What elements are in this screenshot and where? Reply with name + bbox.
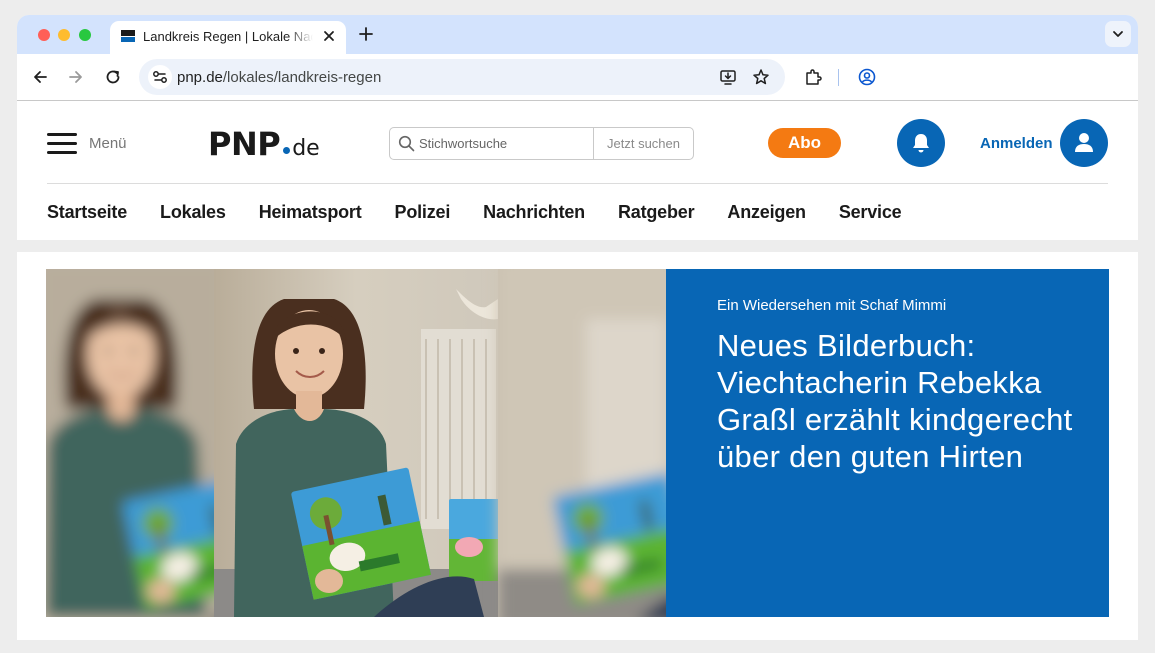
install-app-icon[interactable] [719,68,737,86]
nav-item-polizei[interactable]: Polizei [395,202,451,223]
teaser-kicker: Ein Wiedersehen mit Schaf Mimmi [717,297,947,314]
window-minimize-button[interactable] [58,29,70,41]
nav-item-service[interactable]: Service [839,202,902,223]
tab-search-button[interactable] [1105,21,1131,47]
extensions-icon[interactable] [804,68,822,86]
search-submit-button[interactable]: Jetzt suchen [594,128,693,159]
plus-icon[interactable] [357,25,375,43]
chevron-down-icon [1113,31,1123,37]
close-icon[interactable] [320,27,338,45]
tab-title: Landkreis Regen | Lokale Nachrichten [143,29,313,44]
site-logo[interactable]: PNP de [208,125,320,165]
teaser-image[interactable] [46,269,666,617]
menu-label[interactable]: Menü [89,135,127,152]
nav-item-heimatsport[interactable]: Heimatsport [259,202,362,223]
toolbar-divider [838,69,839,86]
account-button[interactable] [1060,119,1108,167]
nav-item-ratgeber[interactable]: Ratgeber [618,202,695,223]
nav-item-startseite[interactable]: Startseite [47,202,127,223]
header-divider [47,183,1108,184]
site-info-icon [153,71,167,83]
main-content: Ein Wiedersehen mit Schaf Mimmi Neues Bi… [17,252,1138,640]
url-path: /lokales/landkreis-regen [222,69,382,86]
url-host: pnp.de [177,69,223,86]
browser-window: Landkreis Regen | Lokale Nachrichten [17,15,1138,640]
hamburger-icon[interactable] [47,133,77,155]
browser-tab-active[interactable]: Landkreis Regen | Lokale Nachrichten [110,21,346,54]
logo-dot [283,147,291,154]
address-bar[interactable]: pnp.de/lokales/landkreis-regen [139,59,785,95]
window-maximize-button[interactable] [79,29,91,41]
nav-item-lokales[interactable]: Lokales [160,202,226,223]
section-gap [17,240,1138,252]
login-link[interactable]: Anmelden [980,135,1053,152]
main-navigation: Startseite Lokales Heimatsport Polizei N… [47,202,934,223]
teaser-photo [46,269,666,617]
bell-icon [913,134,929,153]
forward-arrow-icon[interactable] [67,68,85,86]
search-input[interactable] [419,129,589,158]
url-text: pnp.de/lokales/landkreis-regen [177,69,381,86]
site-header: Menü PNP de Jetzt suchen Abo Anmelden [17,102,1138,240]
profile-icon[interactable] [858,68,876,86]
logo-main-text: PNP [208,125,281,163]
user-icon [1075,133,1093,152]
reload-icon[interactable] [104,68,122,86]
star-icon[interactable] [752,68,770,86]
lead-teaser[interactable]: Ein Wiedersehen mit Schaf Mimmi Neues Bi… [46,269,1109,617]
search-form: Jetzt suchen [389,127,694,160]
window-close-button[interactable] [38,29,50,41]
nav-item-anzeigen[interactable]: Anzeigen [727,202,806,223]
browser-toolbar: pnp.de/lokales/landkreis-regen [17,54,1138,101]
search-icon [398,135,415,152]
nav-item-nachrichten[interactable]: Nachrichten [483,202,585,223]
site-info-button[interactable] [148,65,172,89]
tab-strip: Landkreis Regen | Lokale Nachrichten [17,15,1138,54]
abo-button[interactable]: Abo [768,128,841,158]
notifications-button[interactable] [897,119,945,167]
pnp-favicon-icon [120,29,136,43]
teaser-headline[interactable]: Neues Bilderbuch: Viechtacherin Rebekka … [717,327,1087,475]
logo-tld-text: de [292,136,320,161]
back-arrow-icon[interactable] [31,68,49,86]
teaser-text-panel[interactable]: Ein Wiedersehen mit Schaf Mimmi Neues Bi… [666,269,1109,617]
